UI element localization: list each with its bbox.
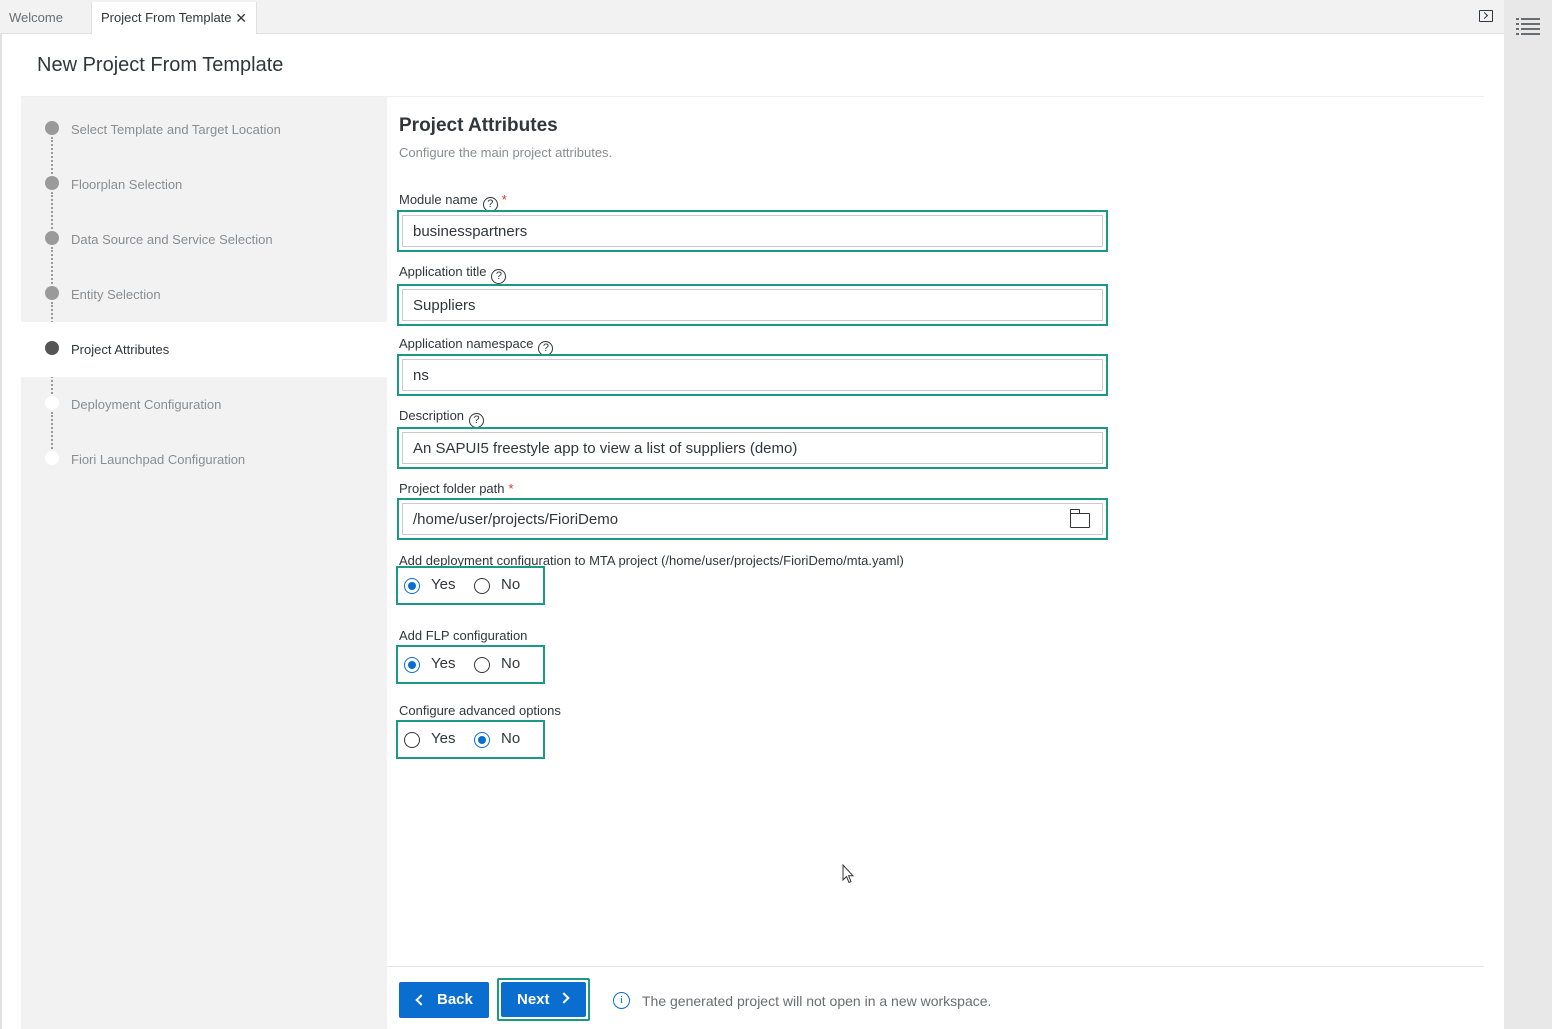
step-dot xyxy=(45,396,59,410)
help-icon[interactable]: ? xyxy=(491,269,507,284)
deployment-no-radio[interactable] xyxy=(474,578,490,594)
step-dot xyxy=(45,176,59,190)
tab-project-from-template-label: Project From Template xyxy=(101,10,232,25)
editor-tab-bar: Welcome Project From Template ✕ xyxy=(0,0,1504,34)
advanced-yes-radio[interactable] xyxy=(404,732,420,748)
deployment-config-radio-group: Yes No xyxy=(396,566,545,605)
info-message: The generated project will not open in a… xyxy=(642,993,992,1009)
advanced-options-label: Configure advanced options xyxy=(399,703,561,718)
module-name-label: Module name? * xyxy=(399,192,507,212)
wizard-step-data-source[interactable]: Data Source and Service Selection xyxy=(21,212,387,267)
description-label: Description? xyxy=(399,408,485,428)
outline-list-icon[interactable] xyxy=(1516,16,1540,36)
flp-config-radio-group: Yes No xyxy=(396,645,545,684)
tab-project-from-template[interactable]: Project From Template ✕ xyxy=(91,2,257,34)
section-title: Project Attributes xyxy=(399,115,558,136)
app-namespace-label: Application namespace? xyxy=(399,336,554,356)
help-icon[interactable]: ? xyxy=(469,413,485,428)
chevron-right-icon xyxy=(558,992,570,1004)
app-title-value[interactable]: Suppliers xyxy=(402,289,1103,321)
wizard-step-floorplan[interactable]: Floorplan Selection xyxy=(21,157,387,212)
chevron-left-icon xyxy=(415,994,427,1006)
wizard-step-project-attributes[interactable]: Project Attributes xyxy=(21,322,387,377)
step-dot xyxy=(45,286,59,300)
app-title-field[interactable]: Suppliers xyxy=(397,284,1108,326)
next-button[interactable]: Next xyxy=(497,978,590,1021)
description-field[interactable]: An SAPUI5 freestyle app to view a list o… xyxy=(397,427,1108,469)
deployment-yes-radio[interactable] xyxy=(404,578,420,594)
wizard-step-flp: Fiori Launchpad Configuration xyxy=(21,432,387,487)
app-title-label-text: Application title xyxy=(399,264,487,279)
folder-path-value: /home/user/projects/FioriDemo xyxy=(413,511,619,528)
advanced-no-label[interactable]: No xyxy=(501,730,520,747)
left-edge xyxy=(0,34,2,1029)
wizard-steps-sidebar: Select Template and Target Location Floo… xyxy=(21,97,387,1029)
tab-welcome-label: Welcome xyxy=(9,10,63,25)
required-marker: * xyxy=(501,192,507,207)
deployment-no-label[interactable]: No xyxy=(501,576,520,593)
app-namespace-field[interactable]: ns xyxy=(397,354,1108,396)
flp-no-label[interactable]: No xyxy=(501,655,520,672)
module-name-field[interactable]: businesspartners xyxy=(397,210,1108,252)
step-dot xyxy=(45,121,59,135)
step-label: Floorplan Selection xyxy=(71,177,183,192)
folder-browse-icon[interactable] xyxy=(1069,509,1090,528)
step-dot xyxy=(45,231,59,245)
advanced-no-radio[interactable] xyxy=(474,732,490,748)
wizard-step-deployment: Deployment Configuration xyxy=(21,377,387,432)
footer-divider xyxy=(387,966,1484,967)
advanced-yes-label[interactable]: Yes xyxy=(431,730,455,747)
right-side-panel xyxy=(1504,0,1552,1029)
terminal-icon[interactable] xyxy=(1479,10,1493,22)
step-label: Select Template and Target Location xyxy=(71,122,281,137)
back-button[interactable]: Back xyxy=(399,982,489,1018)
flp-no-radio[interactable] xyxy=(474,657,490,673)
section-subtitle: Configure the main project attributes. xyxy=(399,145,613,160)
step-dot xyxy=(45,451,59,465)
step-label: Data Source and Service Selection xyxy=(71,232,273,247)
wizard-step-select-template[interactable]: Select Template and Target Location xyxy=(21,102,387,157)
folder-path-label: Project folder path * xyxy=(399,481,514,496)
step-label: Entity Selection xyxy=(71,287,161,302)
required-marker: * xyxy=(508,481,514,496)
next-button-label: Next xyxy=(517,991,550,1008)
step-dot xyxy=(45,341,59,355)
tab-welcome[interactable]: Welcome xyxy=(0,2,91,34)
folder-path-label-text: Project folder path xyxy=(399,481,505,496)
mouse-cursor-icon xyxy=(842,864,854,884)
app-namespace-value[interactable]: ns xyxy=(402,359,1103,391)
step-label: Project Attributes xyxy=(71,342,170,357)
deployment-yes-label[interactable]: Yes xyxy=(431,576,455,593)
description-value[interactable]: An SAPUI5 freestyle app to view a list o… xyxy=(402,432,1103,464)
next-button-body[interactable]: Next xyxy=(501,982,586,1017)
back-button-label: Back xyxy=(437,991,473,1008)
info-icon: i xyxy=(613,992,630,1009)
module-name-value[interactable]: businesspartners xyxy=(402,215,1103,247)
step-label: Fiori Launchpad Configuration xyxy=(71,452,246,467)
step-label: Deployment Configuration xyxy=(71,397,222,412)
close-tab-icon[interactable]: ✕ xyxy=(235,2,247,34)
flp-yes-radio[interactable] xyxy=(404,657,420,673)
module-name-label-text: Module name xyxy=(399,192,478,207)
app-namespace-label-text: Application namespace xyxy=(399,336,534,351)
flp-config-label: Add FLP configuration xyxy=(399,628,528,643)
flp-yes-label[interactable]: Yes xyxy=(431,655,455,672)
advanced-options-radio-group: Yes No xyxy=(396,720,545,759)
wizard-step-entity[interactable]: Entity Selection xyxy=(21,267,387,322)
folder-path-field[interactable]: /home/user/projects/FioriDemo xyxy=(397,498,1108,540)
page-title: New Project From Template xyxy=(37,54,284,76)
folder-path-input[interactable]: /home/user/projects/FioriDemo xyxy=(402,503,1103,535)
description-label-text: Description xyxy=(399,408,465,423)
app-title-label: Application title? xyxy=(399,264,507,284)
